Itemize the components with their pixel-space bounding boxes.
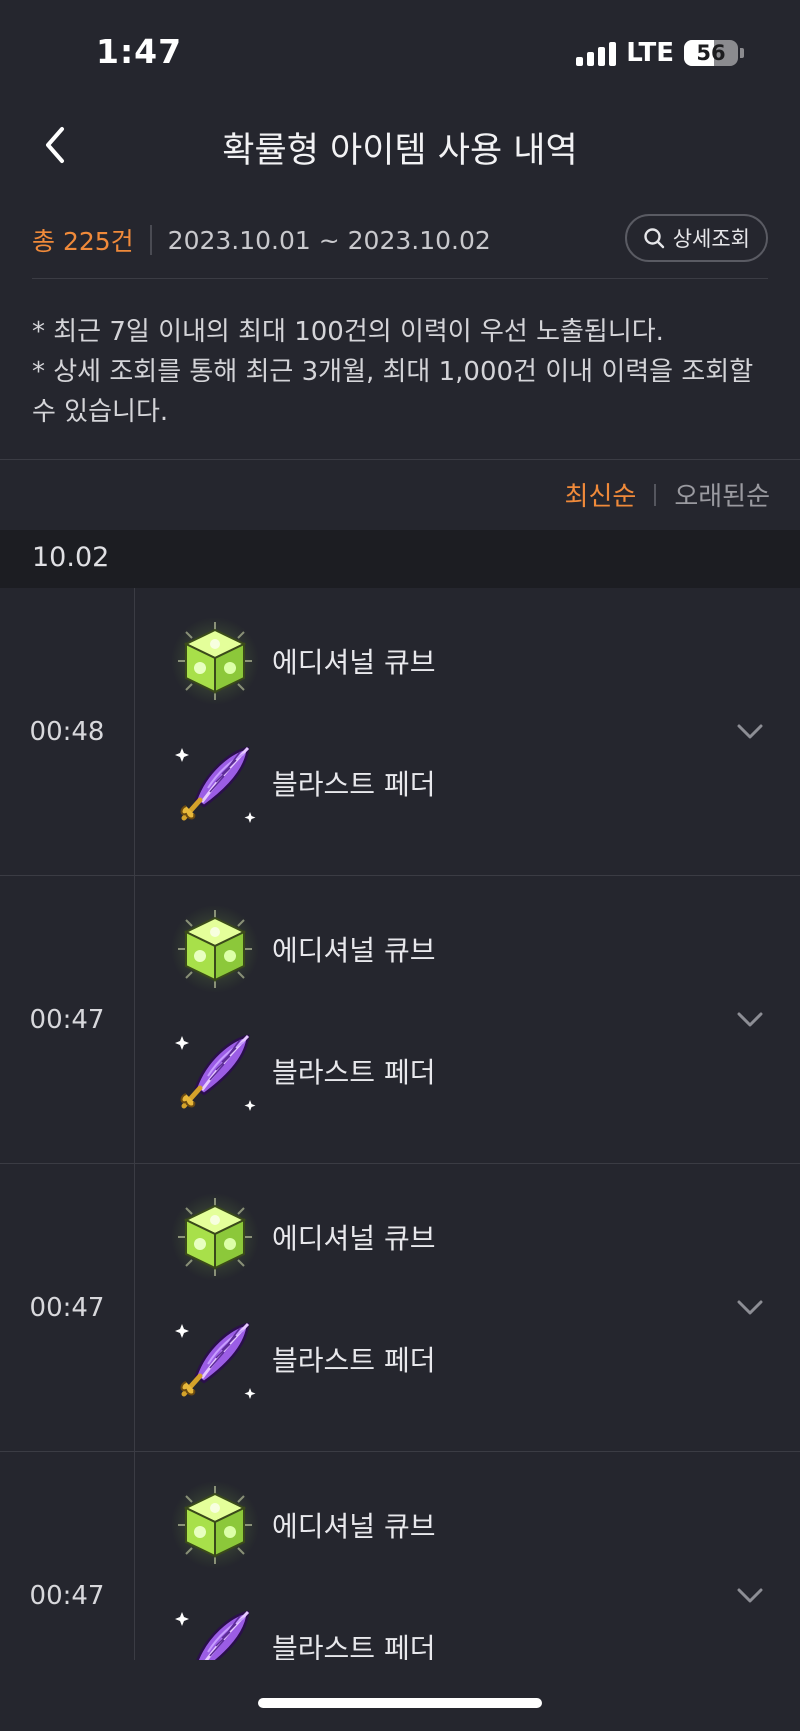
network-type: LTE xyxy=(626,38,674,68)
entry-time: 00:47 xyxy=(0,1164,135,1451)
page-title: 확률형 아이템 사용 내역 xyxy=(222,131,578,171)
sort-oldest-button[interactable]: 오래된순 xyxy=(674,476,770,513)
item-row: 블라스트 페더 xyxy=(170,738,435,828)
history-list: 00:48 에디셔널 큐브 블라스트 페더 00:47 에디셔널 큐브 블라스트… xyxy=(0,588,800,1660)
battery-level: 56 xyxy=(696,41,726,65)
sort-toggle: 최신순 오래된순 xyxy=(565,476,770,513)
battery-icon: 56 xyxy=(684,40,738,66)
status-bar: 1:47 LTE 56 xyxy=(0,0,800,100)
divider xyxy=(32,278,768,279)
blast-feather-icon xyxy=(170,1314,260,1404)
chevron-down-icon xyxy=(737,1300,763,1315)
item-name: 에디셔널 큐브 xyxy=(272,934,436,967)
expand-button[interactable] xyxy=(730,1288,770,1328)
detail-search-button[interactable]: 상세조회 xyxy=(624,214,768,262)
status-time: 1:47 xyxy=(96,32,183,71)
history-entry[interactable]: 00:47 에디셔널 큐브 블라스트 페더 xyxy=(0,1164,800,1452)
blast-feather-icon xyxy=(170,1602,260,1660)
date-range: 2023.10.01 ~ 2023.10.02 xyxy=(167,225,491,255)
home-indicator xyxy=(258,1698,542,1708)
chevron-down-icon xyxy=(737,724,763,739)
additional-cube-icon xyxy=(170,1192,260,1282)
battery-tip xyxy=(740,48,744,58)
expand-button[interactable] xyxy=(730,1000,770,1040)
item-row: 에디셔널 큐브 xyxy=(170,1192,435,1282)
entry-time: 00:48 xyxy=(0,588,135,875)
item-name: 에디셔널 큐브 xyxy=(272,646,436,679)
item-name: 블라스트 페더 xyxy=(272,1056,436,1089)
notice-line: * 최근 7일 이내의 최대 100건의 이력이 우선 노출됩니다. xyxy=(32,317,664,347)
entry-time: 00:47 xyxy=(0,1452,135,1660)
total-count: 총 225건 xyxy=(32,227,134,256)
chevron-down-icon xyxy=(737,1588,763,1603)
date-header: 10.02 xyxy=(0,530,800,588)
notice-line: * 상세 조회를 통해 최근 3개월, 최대 1,000건 이내 이력을 조회할… xyxy=(32,357,754,427)
divider xyxy=(0,459,800,460)
item-name: 블라스트 페더 xyxy=(272,768,436,801)
date-header-label: 10.02 xyxy=(32,542,110,573)
history-entry[interactable]: 00:47 에디셔널 큐브 블라스트 페더 xyxy=(0,1452,800,1660)
chevron-down-icon xyxy=(737,1012,763,1027)
history-entry[interactable]: 00:47 에디셔널 큐브 블라스트 페더 xyxy=(0,876,800,1164)
expand-button[interactable] xyxy=(730,712,770,752)
expand-button[interactable] xyxy=(730,1576,770,1616)
blast-feather-icon xyxy=(170,738,260,828)
item-row: 에디셔널 큐브 xyxy=(170,616,435,706)
blast-feather-icon xyxy=(170,1026,260,1116)
history-entry[interactable]: 00:48 에디셔널 큐브 블라스트 페더 xyxy=(0,588,800,876)
item-row: 에디셔널 큐브 xyxy=(170,904,435,994)
summary-row: 총 225건 2023.10.01 ~ 2023.10.02 상세조회 xyxy=(32,210,768,270)
signal-icon xyxy=(576,40,617,66)
item-name: 블라스트 페더 xyxy=(272,1632,436,1660)
entry-time: 00:47 xyxy=(0,876,135,1163)
item-row: 블라스트 페더 xyxy=(170,1026,435,1116)
status-indicators: LTE 56 xyxy=(576,38,744,68)
item-row: 에디셔널 큐브 xyxy=(170,1480,435,1570)
item-row: 블라스트 페더 xyxy=(170,1602,435,1660)
additional-cube-icon xyxy=(170,1480,260,1570)
sort-divider xyxy=(654,483,657,506)
item-row: 블라스트 페더 xyxy=(170,1314,435,1404)
search-icon xyxy=(644,228,664,249)
item-name: 블라스트 페더 xyxy=(272,1344,436,1377)
additional-cube-icon xyxy=(170,904,260,994)
item-name: 에디셔널 큐브 xyxy=(272,1222,436,1255)
sort-newest-button[interactable]: 최신순 xyxy=(565,476,637,513)
summary-divider xyxy=(149,225,152,255)
page-header: 확률형 아이템 사용 내역 xyxy=(0,100,800,195)
additional-cube-icon xyxy=(170,616,260,706)
notice-text: * 최근 7일 이내의 최대 100건의 이력이 우선 노출됩니다. * 상세 … xyxy=(32,312,770,432)
detail-search-label: 상세조회 xyxy=(672,227,750,251)
item-name: 에디셔널 큐브 xyxy=(272,1510,436,1543)
